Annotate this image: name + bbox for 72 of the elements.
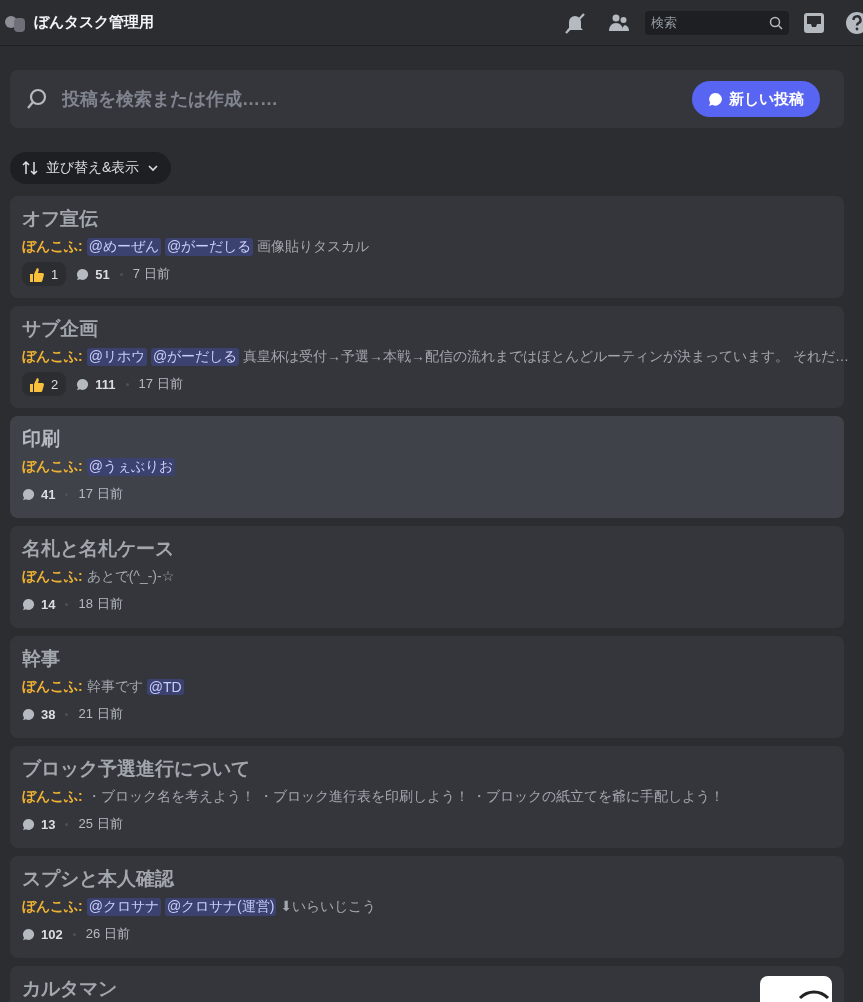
post-age: 17 日前: [78, 485, 123, 503]
post-card[interactable]: ブロック予選進行について ぼんこふ: ・ブロック名を考えよう！ ・ブロック進行表を印刷しよう！ ・ブロックの紙立てを爺に手配しよう！ 13 25 日前: [10, 746, 844, 848]
post-title: 幹事: [22, 647, 61, 671]
post-card[interactable]: スプシと本人確認 ぼんこふ: @クロサナ @クロサナ(運営) ⬇いらいじこう 102 26 日前: [10, 856, 844, 958]
mention-tag[interactable]: @がーだしる: [150, 348, 240, 366]
search-icon: [26, 88, 48, 110]
post-age: 18 日前: [78, 595, 123, 613]
post-title: ブロック予選進行について: [22, 757, 251, 781]
help-icon[interactable]: [845, 10, 863, 35]
comment-icon: [76, 377, 90, 391]
post-card[interactable]: 名札と名札ケース ぼんこふ: あとで(^_-)-☆ 14 18 日前: [10, 526, 844, 628]
mention-tag[interactable]: @クロサナ: [86, 898, 161, 916]
reaction-chip[interactable]: 1: [22, 262, 67, 286]
comment-count: 102: [41, 926, 63, 942]
mention-tag[interactable]: @クロサナ(運営): [164, 898, 277, 916]
mention-tag[interactable]: @めーぜん: [86, 238, 161, 256]
author-name: ぼんこふ:: [22, 788, 83, 806]
post-title: 名札と名札ケース: [22, 537, 175, 561]
channel-name: ぼんタスク管理用: [34, 13, 154, 32]
preview-text: ・ブロック名を考えよう！ ・ブロック進行表を印刷しよう！ ・ブロックの紙立てを爺に手配しよう！: [86, 788, 725, 806]
preview-text: 画像貼りタスカル: [257, 238, 370, 256]
comment-icon: [22, 707, 35, 721]
post-age: 25 日前: [78, 815, 123, 833]
post-title: カルタマン: [22, 977, 118, 1001]
preview-text: あとで(^_-)-☆: [86, 568, 175, 586]
new-post-button[interactable]: 新しい投稿: [692, 81, 820, 117]
post-age: 17 日前: [138, 375, 183, 393]
post-card[interactable]: 幹事 ぼんこふ: 幹事です @TD 38 21 日前: [10, 636, 844, 738]
comment-count: 14: [41, 596, 56, 612]
author-name: ぼんこふ:: [22, 898, 83, 916]
thumbs-up-icon: [28, 265, 45, 283]
mention-tag[interactable]: @TD: [146, 679, 184, 695]
preview-text: ⬇いらいじこう: [280, 898, 377, 916]
comment-icon: [22, 487, 35, 501]
post-search-field[interactable]: 投稿を検索または作成…… 新しい投稿: [10, 70, 844, 128]
post-card[interactable]: オフ宣伝 ぼんこふ: @めーぜん @がーだしる 画像貼りタスカル 1 51 7 日前: [10, 196, 844, 298]
sort-view-button[interactable]: 並び替え&表示: [10, 152, 172, 184]
comment-icon: [22, 817, 35, 831]
comment-icon: [22, 927, 35, 941]
search-icon: [769, 15, 783, 30]
post-title: 印刷: [22, 427, 61, 451]
comment-count: 111: [95, 376, 116, 392]
search-field[interactable]: 検索: [645, 10, 789, 35]
author-name: ぼんこふ:: [22, 678, 83, 696]
mention-tag[interactable]: @リホウ: [86, 348, 147, 366]
speech-bubble-icon: [708, 91, 723, 107]
thumbs-up-icon: [28, 375, 45, 393]
comment-count: 38: [41, 706, 56, 722]
inbox-icon[interactable]: [803, 11, 825, 34]
post-age: 21 日前: [78, 705, 123, 723]
reaction-chip[interactable]: 2: [22, 372, 67, 396]
post-age: 7 日前: [132, 265, 170, 283]
author-name: ぼんこふ:: [22, 348, 83, 366]
author-name: ぼんこふ:: [22, 568, 83, 586]
preview-text: 幹事です: [86, 678, 143, 696]
post-card[interactable]: カルタマン: [10, 966, 844, 1002]
mention-tag[interactable]: @うぇぶりお: [86, 458, 175, 476]
comment-icon: [22, 597, 35, 611]
comment-count: 41: [41, 486, 56, 502]
comment-count: 13: [41, 816, 56, 832]
comment-icon: [76, 267, 90, 281]
post-card[interactable]: 印刷 ぼんこふ: @うぇぶりお 41 17 日前: [10, 416, 844, 518]
mention-tag[interactable]: @がーだしる: [164, 238, 254, 256]
author-name: ぼんこふ:: [22, 238, 83, 256]
author-name: ぼんこふ:: [22, 458, 83, 476]
sort-arrows-icon: [22, 160, 38, 176]
comment-count: 51: [95, 266, 110, 282]
post-title: サブ企画: [22, 317, 99, 341]
chevron-down-icon: [147, 162, 160, 174]
post-title: スプシと本人確認: [22, 867, 176, 891]
post-age: 26 日前: [85, 925, 130, 943]
post-title: オフ宣伝: [22, 207, 99, 231]
